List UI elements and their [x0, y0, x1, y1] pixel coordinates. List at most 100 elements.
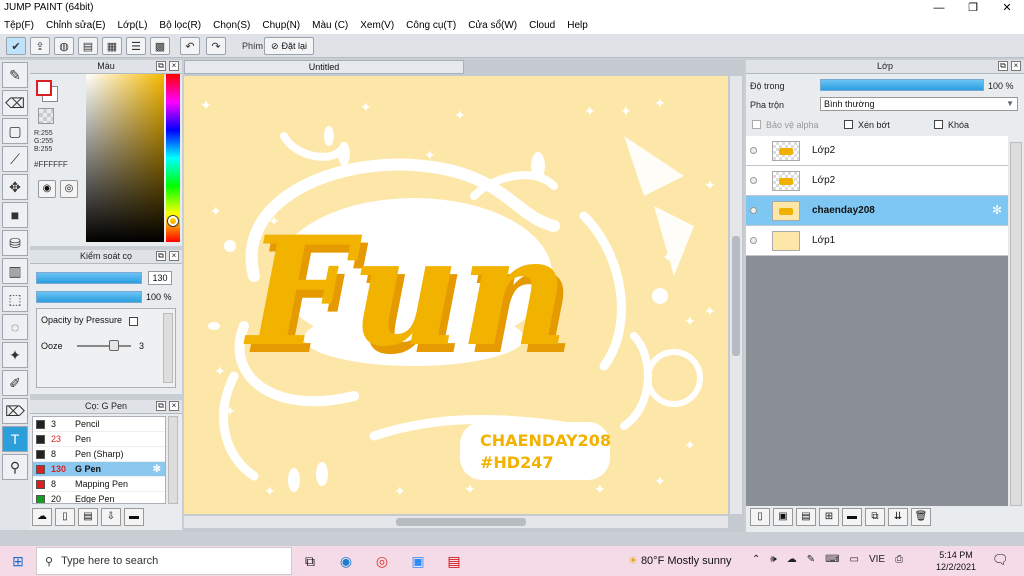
folder-icon[interactable]: ▬: [842, 508, 862, 526]
language-indicator[interactable]: VIE: [869, 554, 885, 565]
gear-icon[interactable]: ✻: [153, 464, 161, 475]
notification-icon[interactable]: 🗨: [992, 552, 1009, 568]
import-pen-icon[interactable]: ⇩: [101, 508, 121, 526]
visibility-icon[interactable]: [750, 177, 757, 184]
close-panel-icon[interactable]: ×: [169, 61, 179, 71]
cloud-icon[interactable]: ☁: [787, 554, 797, 565]
comment-icon[interactable]: ◍: [54, 37, 74, 55]
list-icon[interactable]: ☰: [126, 37, 146, 55]
jump-paint-app-icon[interactable]: ▤: [436, 553, 472, 570]
eraser-tool-icon[interactable]: ⌫: [2, 90, 28, 116]
chevron-up-icon[interactable]: ⌃: [752, 554, 760, 565]
duplicate-layer-icon[interactable]: ⧉: [865, 508, 885, 526]
check-icon[interactable]: ✔: [6, 37, 26, 55]
monitor-icon[interactable]: ▭: [850, 554, 859, 565]
rectangle-tool-icon[interactable]: ▢: [2, 118, 28, 144]
layer-opacity-slider[interactable]: [820, 79, 984, 91]
layer-row[interactable]: Lớp2: [746, 136, 1008, 166]
reset-button[interactable]: ⊘ Đặt lại: [264, 37, 314, 55]
scroll-thumb[interactable]: [396, 518, 526, 526]
transparent-color-swatch[interactable]: [38, 108, 54, 124]
line-tool-icon[interactable]: ⟋: [2, 146, 28, 172]
chrome-browser-icon[interactable]: ◎: [364, 553, 400, 570]
pen-item-pen-sharp[interactable]: 8 Pen (Sharp): [33, 447, 165, 462]
document-tab[interactable]: Untitled: [184, 60, 464, 74]
redo-icon[interactable]: ↷: [206, 37, 226, 55]
palette-settings-icon[interactable]: ◎: [60, 180, 78, 198]
cloud-icon[interactable]: ☁: [32, 508, 52, 526]
pen-item-pencil[interactable]: 3 Pencil: [33, 417, 165, 432]
close-panel-icon[interactable]: ×: [1011, 61, 1021, 71]
pen-item-mapping-pen[interactable]: 8 Mapping Pen: [33, 477, 165, 492]
menu-view[interactable]: Xem(V): [360, 20, 394, 31]
saturation-value-picker[interactable]: [86, 74, 164, 242]
move-tool-icon[interactable]: ✥: [2, 174, 28, 200]
float-icon[interactable]: ⧉: [156, 61, 166, 71]
canvas-vertical-scrollbar[interactable]: [730, 76, 742, 514]
layer-row[interactable]: Lớp2: [746, 166, 1008, 196]
menu-select[interactable]: Chọn(S): [213, 20, 250, 31]
visibility-icon[interactable]: [750, 207, 757, 214]
lock-checkbox[interactable]: [934, 120, 943, 129]
brush-tool-icon[interactable]: ✎: [2, 62, 28, 88]
task-view-icon[interactable]: ⧉: [292, 553, 328, 570]
trash-icon[interactable]: 🗑: [911, 508, 931, 526]
zoom-app-icon[interactable]: ▣: [400, 553, 436, 570]
printer-icon[interactable]: ⎙: [895, 554, 903, 565]
layer-row-selected[interactable]: chaenday208 ✻: [746, 196, 1008, 226]
float-icon[interactable]: ⧉: [156, 401, 166, 411]
menu-tools[interactable]: Công cụ(T): [406, 20, 456, 31]
menu-capture[interactable]: Chụp(N): [262, 20, 300, 31]
text-tool-icon[interactable]: T: [2, 426, 28, 452]
clipping-checkbox[interactable]: [844, 120, 853, 129]
canvas[interactable]: ✦ ✦ ✦ ✦ ✦ ✦ ✦ ✦ ✦ ✦ ✦ ✦ ✦ ✦ ✦ ✦ ✦ ✦ ✦ ✦ ✦ Fun Fun CHAE…: [184, 76, 728, 514]
close-button[interactable]: ✕: [990, 0, 1024, 16]
select-pen-tool-icon[interactable]: ✐: [2, 370, 28, 396]
blend-mode-select[interactable]: Bình thường ▼: [820, 97, 1018, 111]
clock[interactable]: 5:14 PM 12/2/2021: [936, 549, 976, 573]
menu-edit[interactable]: Chỉnh sửa(E): [46, 20, 106, 31]
gear-icon[interactable]: ✻: [992, 203, 1002, 217]
close-panel-icon[interactable]: ×: [169, 251, 179, 261]
visibility-icon[interactable]: [750, 147, 757, 154]
folder-icon[interactable]: ▬: [124, 508, 144, 526]
foreground-color-swatch[interactable]: [36, 80, 52, 96]
protect-alpha-checkbox[interactable]: [752, 120, 761, 129]
select-rect-tool-icon[interactable]: ⬚: [2, 286, 28, 312]
gradient-tool-icon[interactable]: ▥: [2, 258, 28, 284]
pen-icon[interactable]: ✎: [807, 554, 815, 565]
grid-icon[interactable]: ▩: [150, 37, 170, 55]
brush-opacity-slider[interactable]: [36, 291, 142, 303]
magic-wand-tool-icon[interactable]: ✦: [2, 342, 28, 368]
eyedropper-tool-icon[interactable]: ⚲: [2, 454, 28, 480]
float-icon[interactable]: ⧉: [998, 61, 1008, 71]
menu-filter[interactable]: Bộ lọc(R): [159, 20, 201, 31]
ooze-slider[interactable]: [77, 345, 131, 347]
canvas-horizontal-scrollbar[interactable]: [184, 516, 728, 528]
ooze-slider-knob[interactable]: [109, 340, 119, 351]
menu-cloud[interactable]: Cloud: [529, 20, 555, 31]
palette-icon[interactable]: ◉: [38, 180, 56, 198]
menu-color[interactable]: Màu (C): [312, 20, 348, 31]
opacity-by-pressure-checkbox[interactable]: [129, 317, 138, 326]
new-layer-8bit-icon[interactable]: ▣: [773, 508, 793, 526]
new-pen-icon[interactable]: ▯: [55, 508, 75, 526]
close-panel-icon[interactable]: ×: [169, 401, 179, 411]
undo-icon[interactable]: ↶: [180, 37, 200, 55]
pen-list-scrollbar[interactable]: [168, 416, 178, 504]
lasso-tool-icon[interactable]: ◌: [2, 314, 28, 340]
volume-icon[interactable]: 🕪: [770, 554, 776, 565]
fill-rect-tool-icon[interactable]: ■: [2, 202, 28, 228]
new-layer-icon[interactable]: ▯: [750, 508, 770, 526]
new-layer-1bit-icon[interactable]: ▤: [796, 508, 816, 526]
edge-browser-icon[interactable]: ◉: [328, 553, 364, 570]
document-icon[interactable]: ▦: [102, 37, 122, 55]
minimize-button[interactable]: —: [922, 0, 956, 16]
pen-item-pen[interactable]: 23 Pen: [33, 432, 165, 447]
layer-list-scrollbar[interactable]: [1010, 142, 1022, 506]
taskbar-search[interactable]: ⚲ Type here to search: [36, 547, 292, 575]
menu-window[interactable]: Cửa sổ(W): [468, 20, 517, 31]
message-icon[interactable]: ▤: [78, 37, 98, 55]
menu-file[interactable]: Tệp(F): [4, 20, 34, 31]
brush-size-value[interactable]: 130: [148, 271, 172, 285]
